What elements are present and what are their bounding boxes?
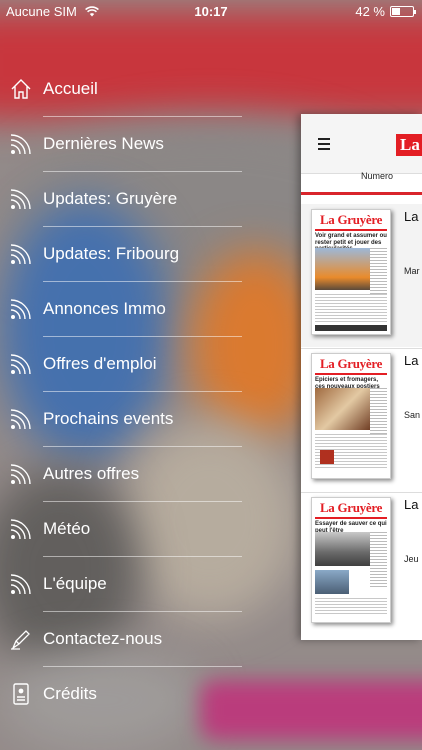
cover-title: La Gruyère [312, 354, 390, 372]
cover-title: La Gruyère [312, 498, 390, 516]
menu-item-credits[interactable]: Crédits [0, 667, 250, 722]
menu-item-label: Crédits [43, 684, 97, 703]
menu-item-label: L'équipe [43, 574, 107, 593]
issue-date: Jeu [404, 554, 419, 564]
hamburger-menu-icon[interactable] [318, 138, 330, 153]
issue-item[interactable]: La Gruyère Essayer de sauver ce qui peut… [301, 492, 422, 635]
main-content-panel[interactable]: La Numero La Gruyère Voir grand et assum… [301, 114, 422, 640]
menu-item-label: Updates: Gruyère [43, 189, 178, 208]
rss-icon [10, 134, 31, 155]
rss-icon [10, 189, 31, 210]
rss-icon [10, 354, 31, 375]
side-menu: Accueil Dernières News Updates: Gruyère … [0, 62, 250, 722]
battery-icon [390, 6, 416, 17]
issue-name: La [404, 497, 419, 512]
menu-item-accueil[interactable]: Accueil [0, 62, 250, 117]
menu-item-label: Dernières News [43, 134, 164, 153]
issue-name: La [404, 209, 419, 224]
rss-icon [10, 464, 31, 485]
pen-icon [11, 630, 30, 650]
battery-indicator: 42 % [355, 4, 416, 19]
menu-item-label: Annonces Immo [43, 299, 166, 318]
menu-item-label: Updates: Fribourg [43, 244, 180, 263]
rss-icon [10, 409, 31, 430]
rss-icon [10, 519, 31, 540]
issue-item[interactable]: La Gruyère Epiciers et fromagers, ces no… [301, 348, 422, 491]
menu-item-offres-emploi[interactable]: Offres d'emploi [0, 337, 250, 392]
menu-item-annonces-immo[interactable]: Annonces Immo [0, 282, 250, 337]
cover-photo [315, 532, 371, 566]
menu-item-updates-fribourg[interactable]: Updates: Fribourg [0, 227, 250, 282]
app-logo: La [396, 134, 422, 156]
newspaper-cover: La Gruyère Voir grand et assumer ou rest… [311, 209, 391, 335]
rss-icon [10, 299, 31, 320]
cover-photo [315, 248, 371, 290]
battery-percent: 42 % [355, 4, 385, 19]
status-bar: Aucune SIM 10:17 42 % [0, 0, 422, 22]
menu-item-meteo[interactable]: Météo [0, 502, 250, 557]
tab-underline [301, 192, 422, 195]
cover-title: La Gruyère [312, 210, 390, 228]
menu-item-label: Offres d'emploi [43, 354, 157, 373]
issue-name: La [404, 353, 419, 368]
menu-item-label: Autres offres [43, 464, 140, 483]
issue-item[interactable]: La Gruyère Voir grand et assumer ou rest… [301, 204, 422, 347]
menu-item-prochains-events[interactable]: Prochains events [0, 392, 250, 447]
issue-date: San [404, 410, 421, 420]
app-header: La [301, 114, 422, 174]
menu-item-dernieres-news[interactable]: Dernières News [0, 117, 250, 172]
menu-item-updates-gruyere[interactable]: Updates: Gruyère [0, 172, 250, 227]
menu-item-label: Contactez-nous [43, 629, 163, 648]
rss-icon [10, 244, 31, 265]
menu-item-autres-offres[interactable]: Autres offres [0, 447, 250, 502]
menu-item-label: Accueil [43, 79, 98, 98]
menu-item-label: Prochains events [43, 409, 174, 428]
tab-numero[interactable]: Numero [361, 171, 393, 181]
newspaper-cover: La Gruyère Essayer de sauver ce qui peut… [311, 497, 391, 623]
id-card-icon [13, 683, 29, 705]
home-icon [11, 79, 31, 99]
cover-photo [315, 388, 371, 430]
menu-item-contactez-nous[interactable]: Contactez-nous [0, 612, 250, 667]
newspaper-cover: La Gruyère Epiciers et fromagers, ces no… [311, 353, 391, 479]
menu-item-equipe[interactable]: L'équipe [0, 557, 250, 612]
menu-item-label: Météo [43, 519, 91, 538]
issue-date: Mar [404, 266, 420, 276]
rss-icon [10, 574, 31, 595]
